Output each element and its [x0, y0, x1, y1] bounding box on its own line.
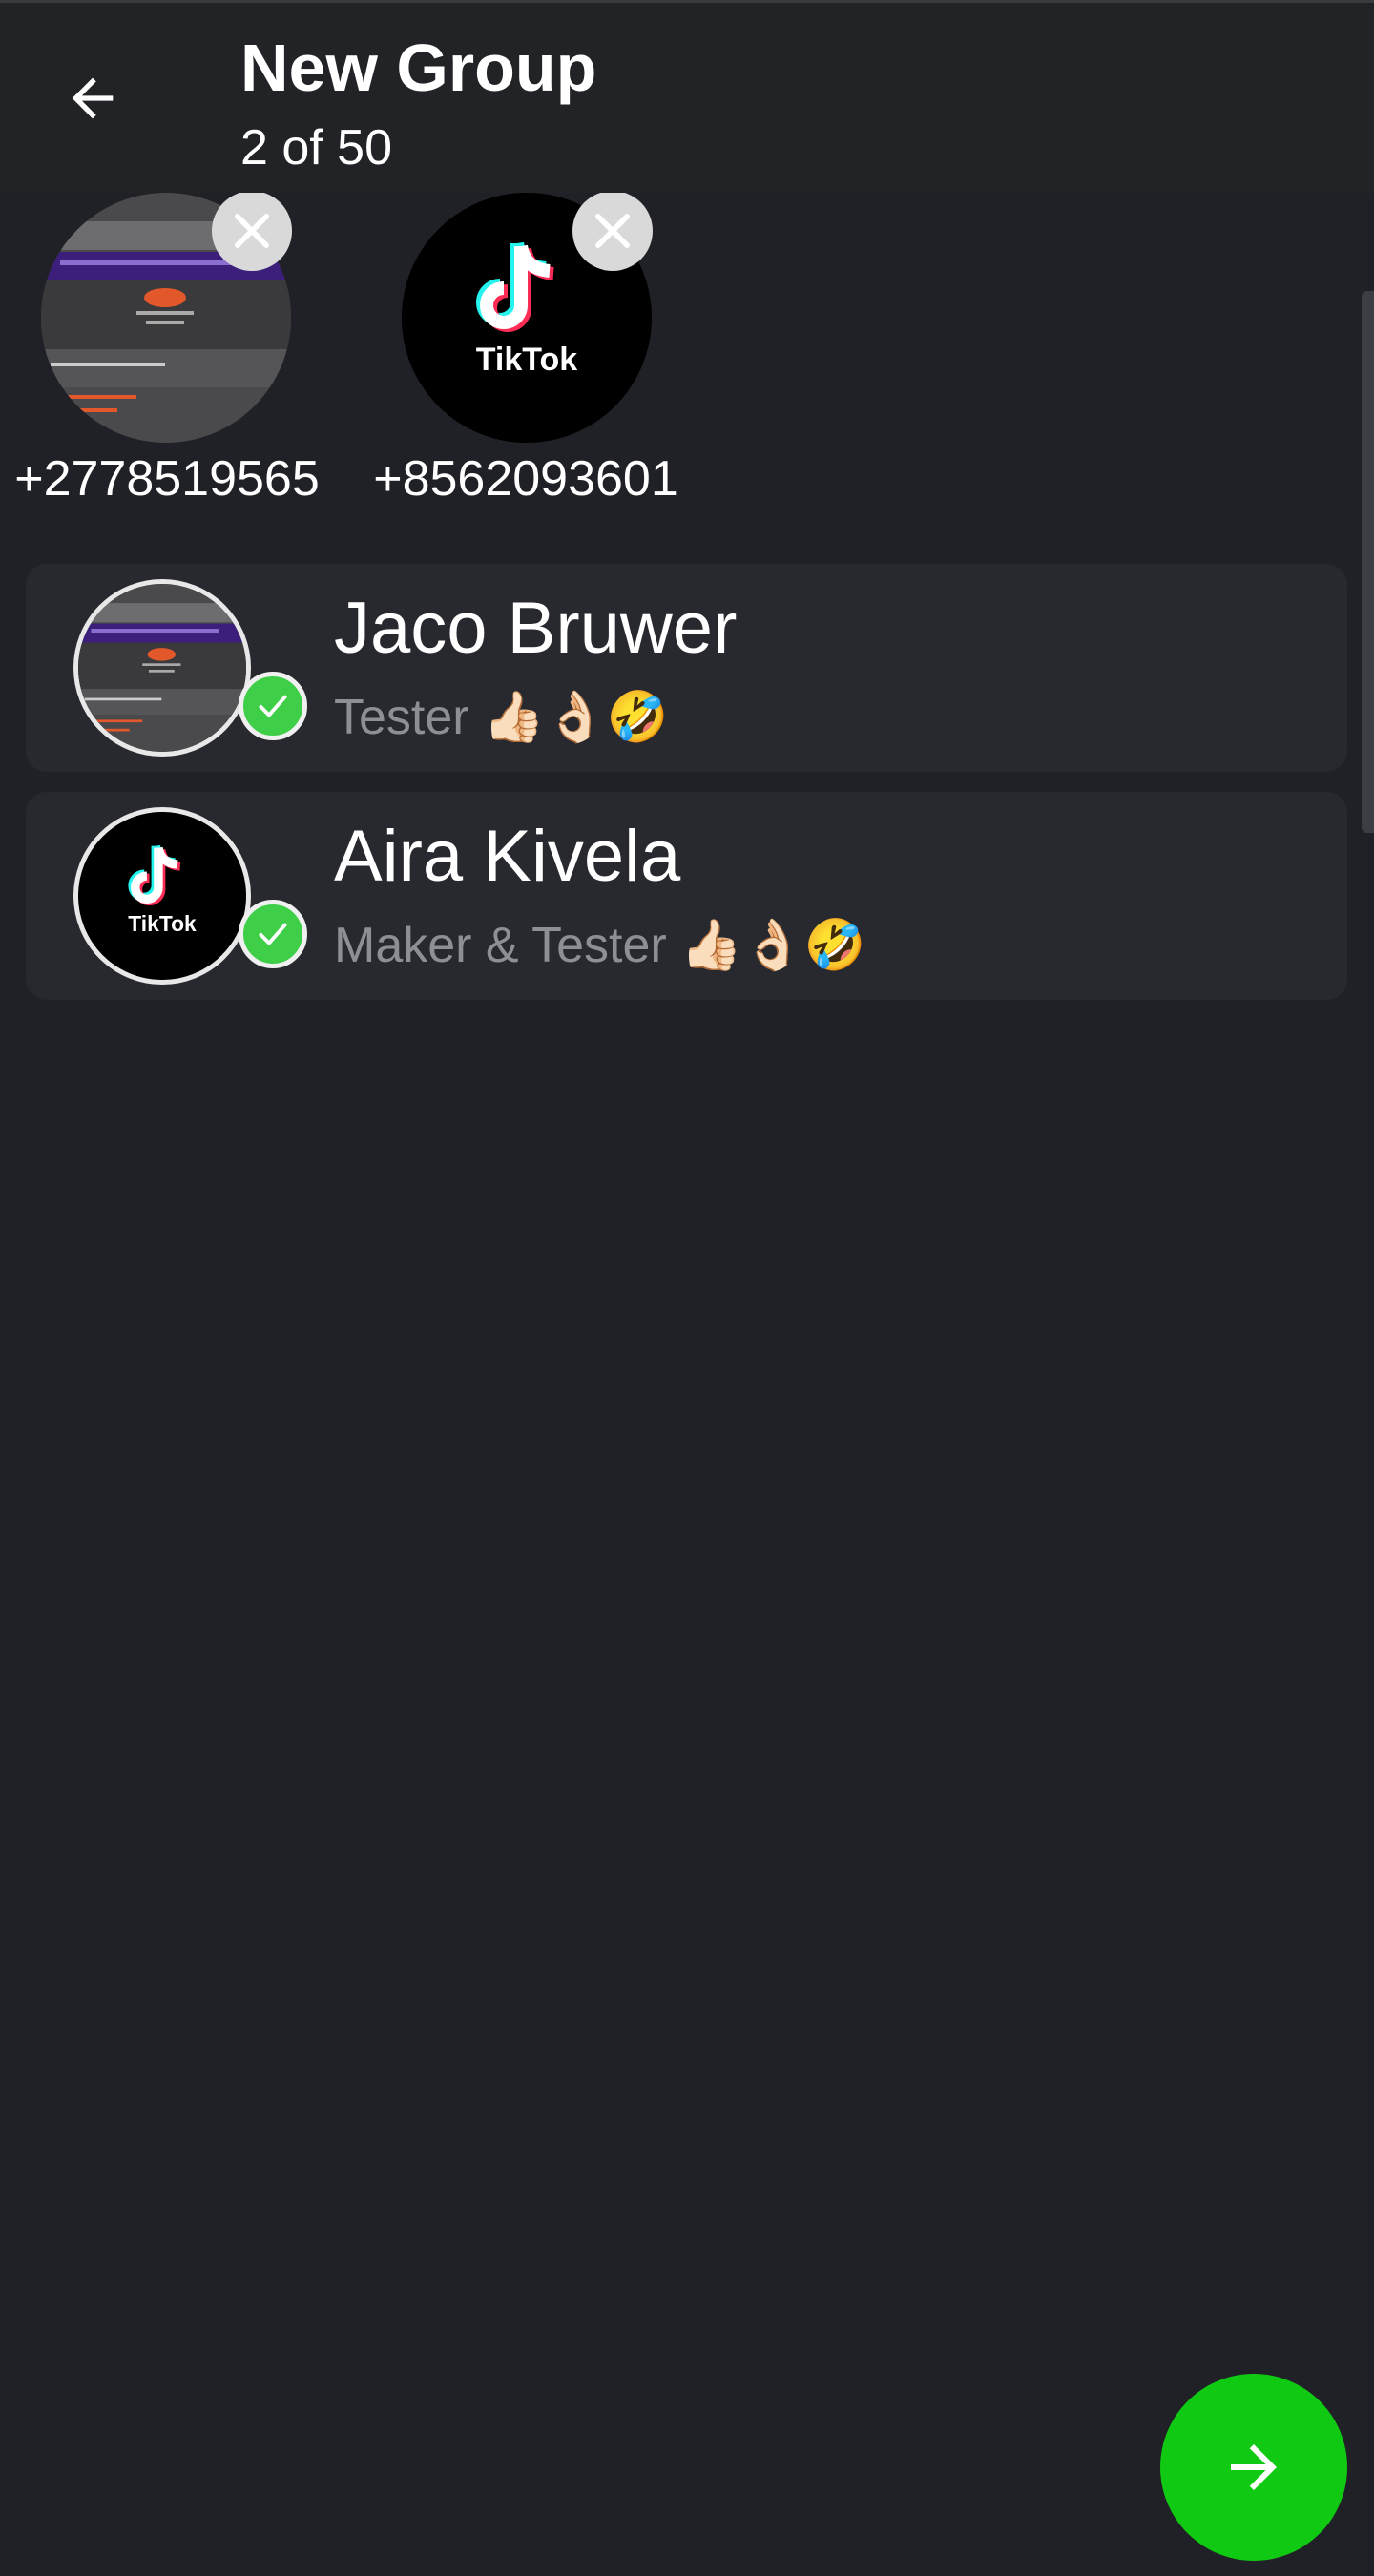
scrollbar[interactable] — [1362, 291, 1374, 833]
avatar: TikTok — [73, 807, 251, 985]
tiktok-logo-text: TikTok — [128, 911, 197, 936]
selected-members-strip: +2778519565 1 TikTok +85 — [0, 193, 1374, 522]
remove-chip-button[interactable] — [572, 193, 653, 271]
check-icon — [259, 695, 287, 717]
close-icon — [595, 214, 630, 248]
back-button[interactable] — [50, 55, 135, 141]
contact-row[interactable]: TikTok Aira Kivela Maker & Tester 👍🏻👌🏻🤣 — [26, 792, 1347, 1000]
tiktok-logo-icon: TikTok — [78, 812, 246, 980]
app-bar: New Group 2 of 50 — [0, 0, 1374, 193]
selected-check-badge — [239, 672, 307, 740]
chip-label: +8562093601 — [373, 451, 678, 507]
check-icon — [259, 923, 287, 945]
selected-check-badge — [239, 900, 307, 968]
avatar — [73, 579, 251, 757]
tiktok-logo-text: TikTok — [476, 342, 578, 378]
next-button[interactable] — [1160, 2374, 1347, 2561]
contact-status: Tester 👍🏻👌🏻🤣 — [334, 690, 669, 745]
member-count: 2 of 50 — [240, 120, 393, 176]
selected-chip[interactable]: +2778519565 1 — [0, 193, 363, 522]
arrow-right-icon — [1231, 2444, 1277, 2490]
close-icon — [235, 214, 269, 248]
contact-status: Maker & Tester 👍🏻👌🏻🤣 — [334, 918, 866, 973]
selected-chip[interactable]: TikTok +8562093601 001 — [361, 193, 723, 522]
contact-name: Aira Kivela — [334, 816, 681, 897]
chip-label-overflow: 1 — [0, 512, 339, 522]
contact-name: Jaco Bruwer — [334, 588, 738, 669]
chip-label: +2778519565 — [14, 451, 320, 507]
remove-chip-button[interactable] — [212, 193, 292, 271]
arrow-left-icon — [72, 77, 114, 119]
chip-label-overflow: 001 — [354, 512, 697, 522]
screenshot-thumbnail-icon — [78, 584, 246, 752]
page-title: New Group — [240, 31, 597, 105]
contact-row[interactable]: Jaco Bruwer Tester 👍🏻👌🏻🤣 — [26, 564, 1347, 772]
